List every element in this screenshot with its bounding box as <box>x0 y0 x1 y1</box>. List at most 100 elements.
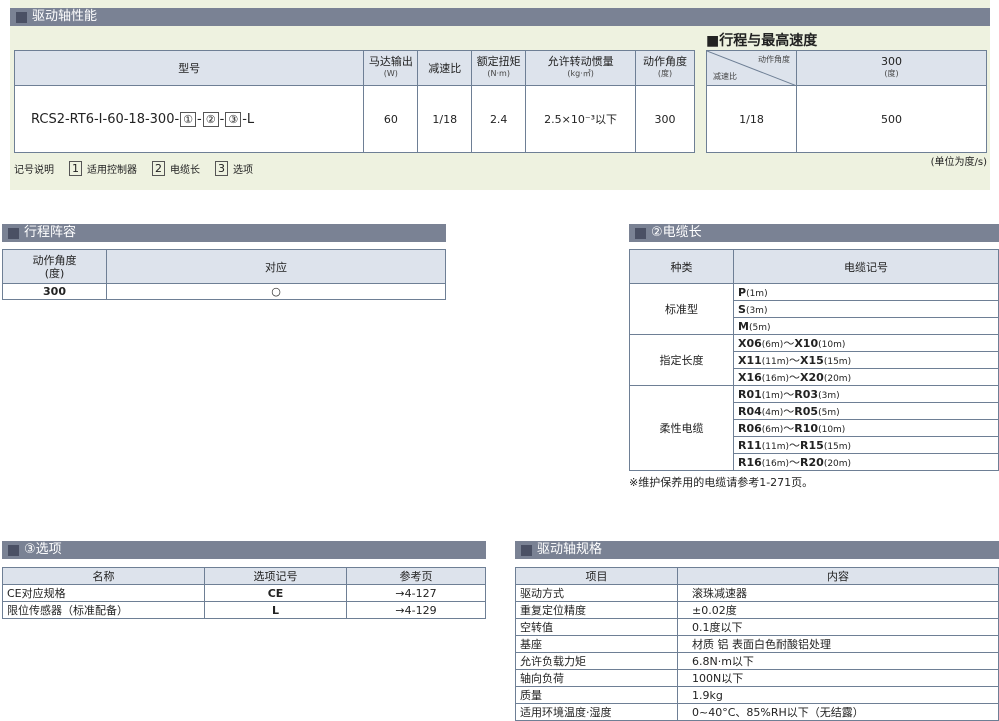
cable-sep: ～ <box>789 456 801 469</box>
perf-motor-value: 60 <box>363 85 419 153</box>
cable-code-a: R11 <box>738 439 762 452</box>
stroke-title-bar: 行程阵容 <box>2 224 446 242</box>
cable-code-cell: M(5m) <box>733 317 999 335</box>
cable-code-b: R03 <box>794 388 819 401</box>
spec-value: 6.8N·m以下 <box>677 652 999 670</box>
options-title-bar: ③选项 <box>2 541 486 559</box>
cable-code-a: R01 <box>738 388 762 401</box>
cable-code-a: P <box>738 285 747 299</box>
model-box-2: ② <box>202 111 219 127</box>
spec-row: 重复定位精度 ±0.02度 <box>515 601 999 619</box>
perf-title-bar: 驱动轴性能 <box>10 8 990 26</box>
spec-key: 允许负载力矩 <box>515 652 678 670</box>
cable-sep: ～ <box>783 337 795 350</box>
cable-code-a: X11 <box>738 354 762 367</box>
speed-value: 500 <box>796 85 987 153</box>
option-name: CE对应规格 <box>2 584 205 602</box>
title-square-icon <box>635 227 646 239</box>
cable-title-bar: ②电缆长 <box>629 224 999 242</box>
cable-len-b: (10m) <box>818 425 846 435</box>
cable-len-a: (11m) <box>761 357 790 367</box>
cable-code-b: R20 <box>800 456 824 469</box>
spec-value: ±0.02度 <box>677 601 999 619</box>
spec-value: 材质 铝 表面白色耐酸铝处理 <box>677 635 999 653</box>
stroke-h1: 动作角度 (度) <box>2 249 107 284</box>
cable-len-a: (6m) <box>761 425 784 435</box>
spec-value: 1.9kg <box>677 686 999 704</box>
cable-sep: ～ <box>783 422 795 435</box>
spec-key: 轴向负荷 <box>515 669 678 687</box>
perf-torque-value: 2.4 <box>471 85 527 153</box>
cable-group-name: 柔性电缆 <box>629 385 734 471</box>
cable-code-cell: R01(1m)～R03(3m) <box>733 385 999 403</box>
cable-code-b: X20 <box>800 371 824 384</box>
perf-h-angle: 动作角度 (度) <box>635 50 695 86</box>
perf-legend: 记号说明 1 适用控制器 2 电缆长 3 选项 <box>14 161 253 176</box>
cable-code-cell: X11(11m)～X15(15m) <box>733 351 999 369</box>
option-page: →4-129 <box>346 601 486 619</box>
cable-row: 柔性电缆 R01(1m)～R03(3m) <box>629 385 999 471</box>
cable-code-b: R15 <box>800 439 824 452</box>
cable-len-a: (4m) <box>761 408 784 418</box>
title-square-icon <box>521 544 532 556</box>
legend-box-3: 3 <box>215 161 228 176</box>
cable-code-a: X16 <box>738 371 762 384</box>
stroke-v2: ○ <box>106 283 446 300</box>
spec-key: 适用环境温度·湿度 <box>515 703 678 721</box>
legend-box-1: 1 <box>69 161 82 176</box>
title-square-icon <box>8 544 19 556</box>
cable-sep: ～ <box>789 354 801 367</box>
cable-code-a: R16 <box>738 456 762 469</box>
cable-len-b: (3m) <box>818 391 840 401</box>
cable-code-b: X10 <box>794 337 819 350</box>
spec-row: 适用环境温度·湿度 0~40°C、85%RH以下（无结露） <box>515 703 999 721</box>
cable-code-a: S <box>738 302 746 316</box>
cable-len-a: (1m) <box>761 391 784 401</box>
spec-value: 0.1度以下 <box>677 618 999 636</box>
stroke-v1: 300 <box>2 283 107 300</box>
spec-key: 基座 <box>515 635 678 653</box>
options-row: CE对应规格 CE →4-127 <box>2 584 486 602</box>
perf-h-ratio: 减速比 <box>417 50 473 86</box>
cable-row: 指定长度 X06(6m)～X10(10m) <box>629 334 999 386</box>
options-h1: 名称 <box>2 567 205 585</box>
spec-h1: 项目 <box>515 567 678 585</box>
cable-code-cell: X16(16m)～X20(20m) <box>733 368 999 386</box>
cable-len-a: (16m) <box>761 374 790 384</box>
spec-key: 重复定位精度 <box>515 601 678 619</box>
cable-note: ※维护保养用的电缆请参考1-271页。 <box>629 476 814 489</box>
cable-len-b: (15m) <box>823 442 852 452</box>
spec-row: 空转值 0.1度以下 <box>515 618 999 636</box>
cable-group-name: 指定长度 <box>629 334 734 386</box>
cable-code-cell: R16(16m)～R20(20m) <box>733 453 999 471</box>
option-name: 限位传感器（标准配备） <box>2 601 205 619</box>
option-code: L <box>204 601 347 619</box>
cable-row: 标准型 P(1m) <box>629 283 999 335</box>
cable-h1: 种类 <box>629 249 734 284</box>
cable-code-cell: P(1m) <box>733 283 999 301</box>
perf-table: 型号 马达输出 (W) 减速比 额定扭矩 (N·m) 允许转动惯量 (kg·㎡)… <box>13 50 695 153</box>
speed-col-header: 300 (度) <box>796 50 987 86</box>
speed-table: 动作角度 减速比 300 (度) 1/18 500 <box>706 50 987 153</box>
cable-len-a: (5m) <box>748 322 771 333</box>
spec-value: 0~40°C、85%RH以下（无结露） <box>677 703 999 721</box>
cable-code-b: R05 <box>794 405 819 418</box>
spec-value: 滚珠减速器 <box>677 584 999 602</box>
cable-code-b: X15 <box>800 354 824 367</box>
option-code: CE <box>204 584 347 602</box>
spec-key: 驱动方式 <box>515 584 678 602</box>
cable-len-b: (20m) <box>823 374 852 384</box>
options-row: 限位传感器（标准配备） L →4-129 <box>2 601 486 619</box>
title-square-icon <box>8 227 19 239</box>
cable-sep: ～ <box>789 439 801 452</box>
perf-inertia-value: 2.5×10⁻³以下 <box>525 85 637 153</box>
perf-h-motor: 马达输出 (W) <box>363 50 419 86</box>
cable-len-a: (1m) <box>746 288 768 299</box>
option-page: →4-127 <box>346 584 486 602</box>
cable-len-b: (15m) <box>823 357 852 367</box>
cable-code-cell: R06(6m)～R10(10m) <box>733 419 999 437</box>
cable-code-b: R10 <box>794 422 819 435</box>
model-box-1: ① <box>180 111 197 127</box>
spec-row: 轴向负荷 100N以下 <box>515 669 999 687</box>
cable-sep: ～ <box>783 405 795 418</box>
